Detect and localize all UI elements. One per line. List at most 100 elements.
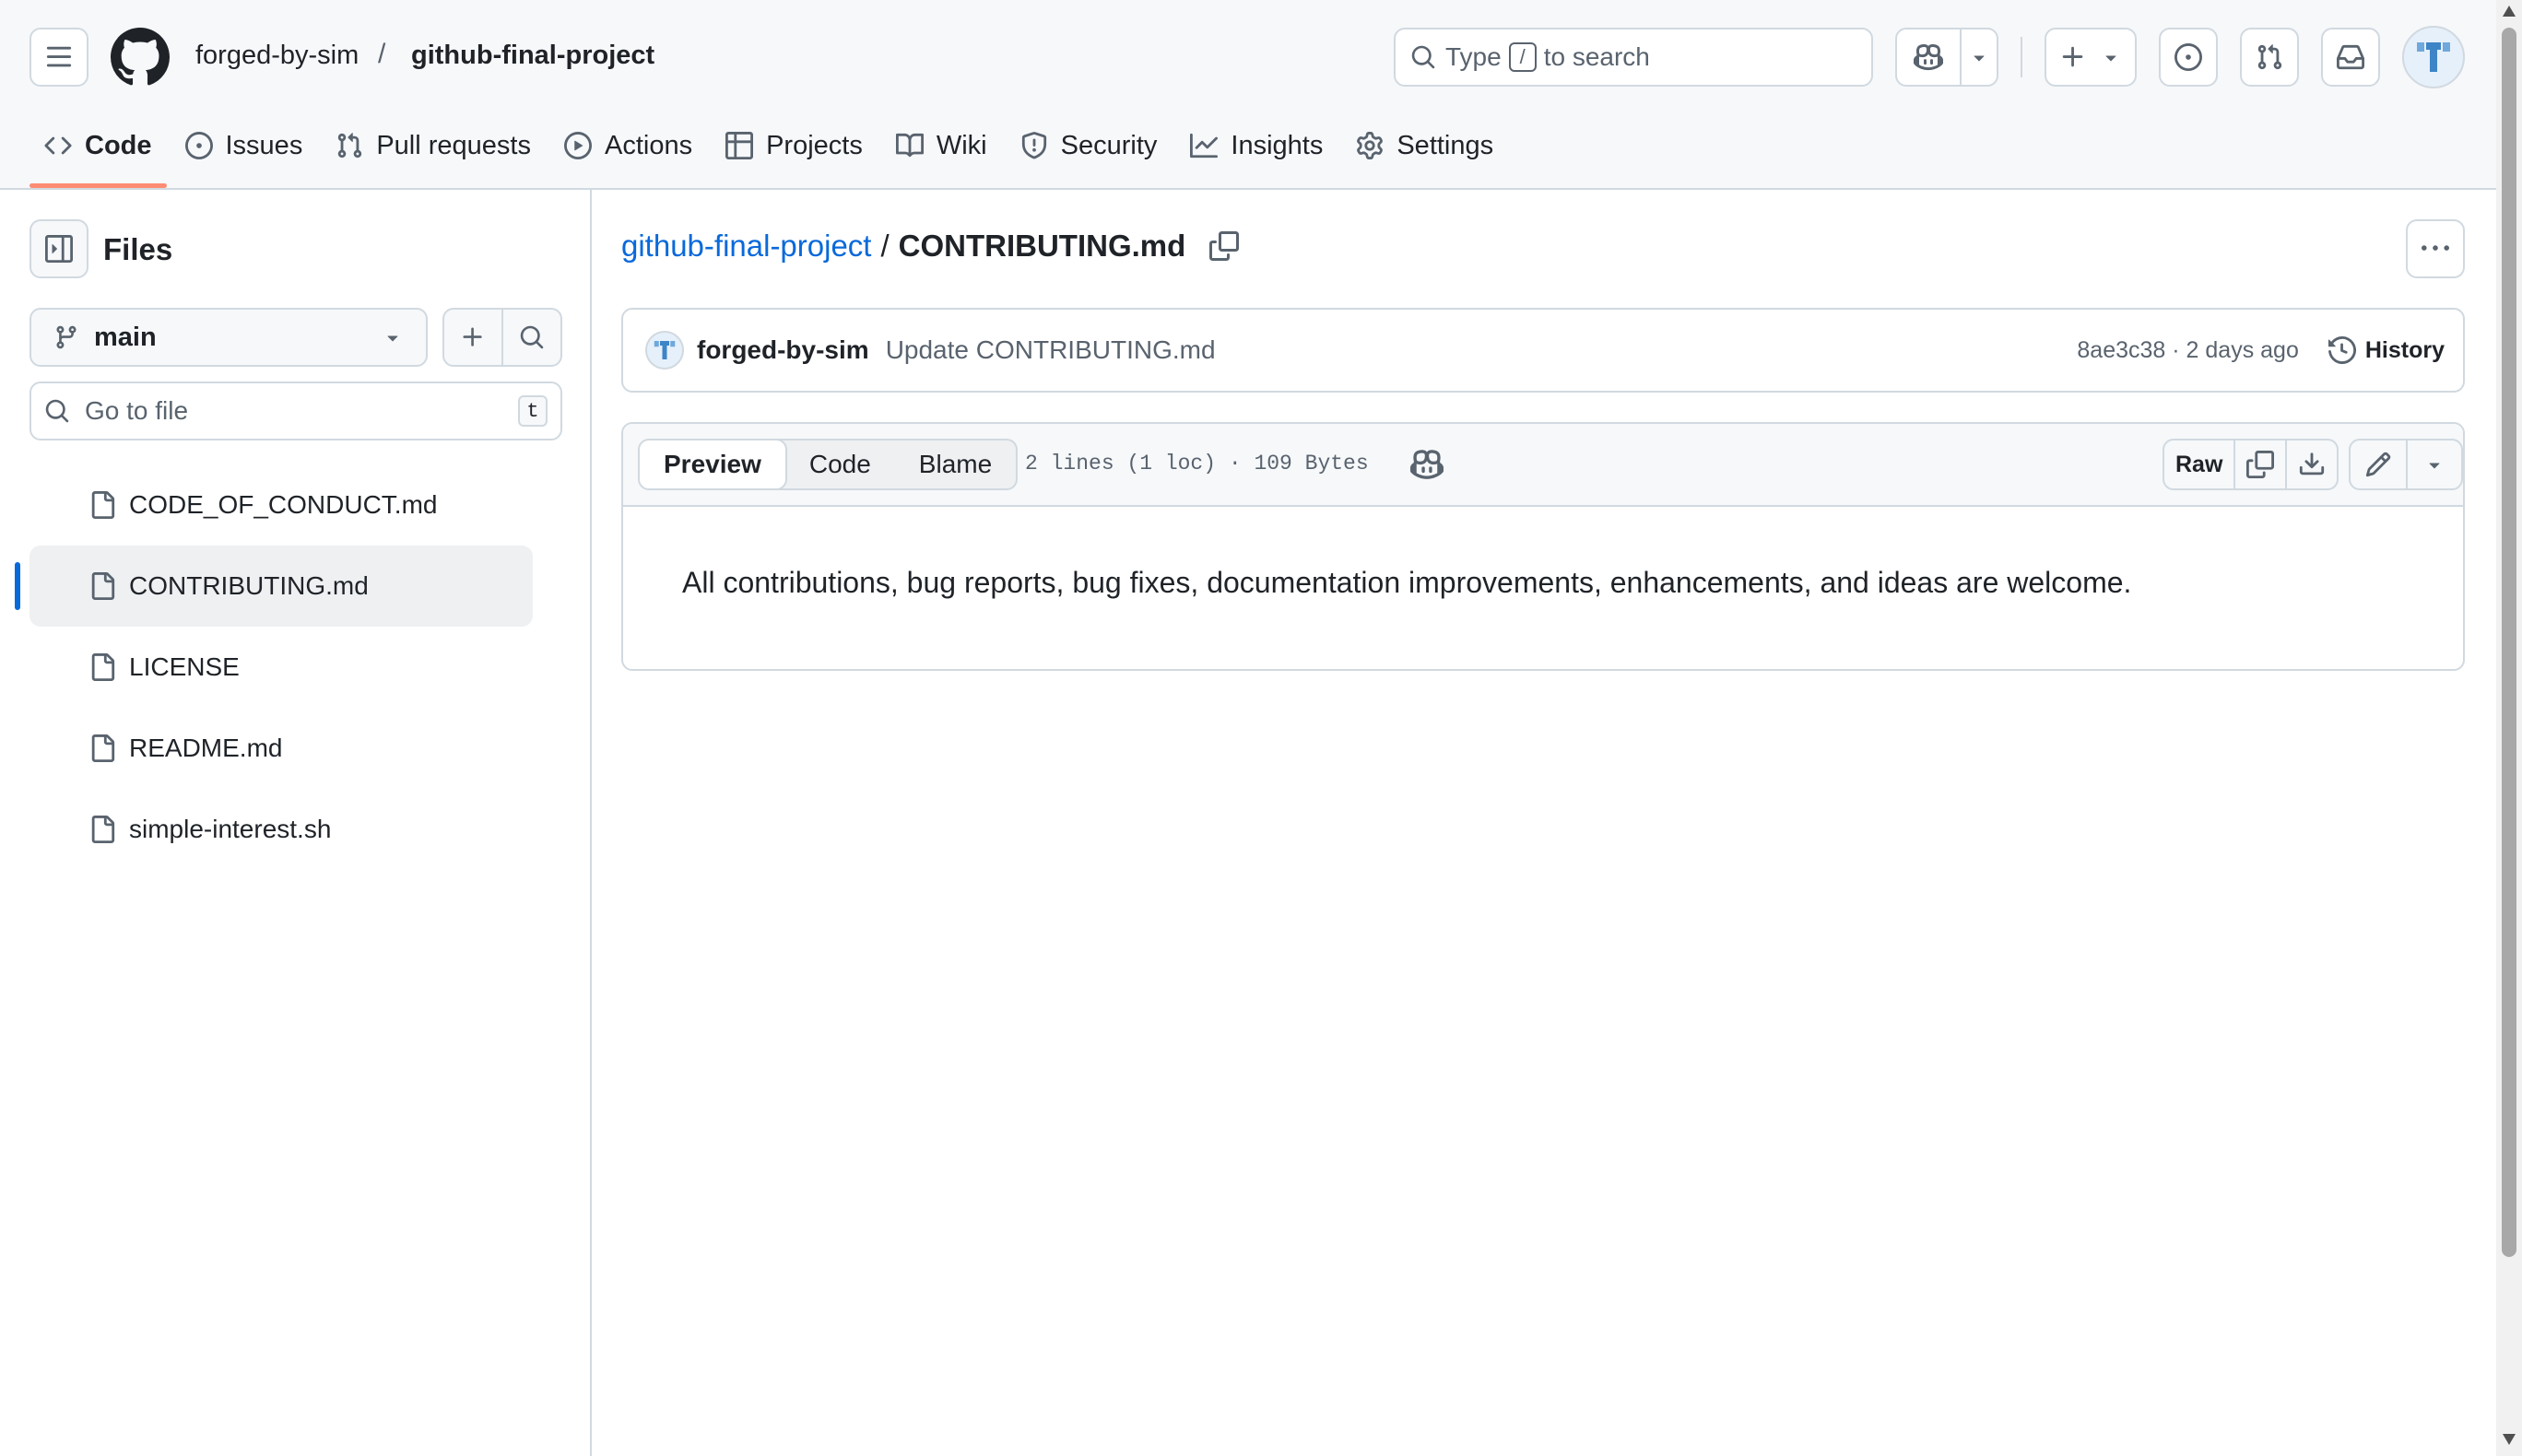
issue-opened-icon	[2174, 43, 2202, 71]
tab-wiki[interactable]: Wiki	[881, 118, 1002, 173]
tab-preview[interactable]: Preview	[640, 440, 787, 488]
tab-code-view[interactable]: Code	[785, 440, 895, 488]
avatar-icon	[2417, 42, 2450, 72]
tab-security[interactable]: Security	[1006, 118, 1173, 173]
tab-wiki-label: Wiki	[936, 130, 987, 160]
go-to-file-shortcut: t	[518, 395, 548, 427]
scroll-down-arrow-icon[interactable]	[2503, 1434, 2516, 1445]
more-options-button[interactable]	[2406, 219, 2465, 278]
breadcrumb-separator: /	[378, 39, 386, 69]
search-icon	[1411, 45, 1435, 69]
tab-pull-requests-label: Pull requests	[376, 130, 531, 160]
github-logo-icon[interactable]	[111, 28, 170, 87]
tab-code-label: Code	[85, 130, 152, 160]
tab-projects[interactable]: Projects	[711, 118, 878, 173]
inbox-button[interactable]	[2321, 28, 2380, 87]
download-icon	[2300, 452, 2325, 476]
breadcrumb-repo-link[interactable]: github-final-project	[411, 41, 654, 71]
file-breadcrumb: github-final-project / CONTRIBUTING.md	[621, 229, 1240, 264]
file-actions-group	[442, 308, 562, 367]
tab-projects-label: Projects	[766, 130, 863, 160]
search-placeholder: Type / to search	[1445, 42, 1650, 72]
breadcrumb-owner-link[interactable]: forged-by-sim	[195, 41, 359, 71]
file-name: CODE_OF_CONDUCT.md	[129, 490, 438, 519]
copilot-ask-button[interactable]	[1410, 448, 1444, 481]
page-scrollbar[interactable]	[2496, 0, 2522, 1456]
kebab-horizontal-icon	[2422, 245, 2449, 251]
search-input[interactable]: Type / to search	[1394, 28, 1873, 87]
file-icon	[91, 653, 115, 681]
commit-author-avatar[interactable]	[645, 331, 684, 370]
file-icon	[91, 491, 115, 519]
go-to-file-field[interactable]: t	[29, 382, 562, 440]
file-name: CONTRIBUTING.md	[129, 571, 369, 600]
file-action-group: Raw	[2163, 439, 2339, 490]
tab-settings-label: Settings	[1397, 130, 1494, 160]
play-icon	[563, 132, 592, 159]
tab-pull-requests[interactable]: Pull requests	[321, 118, 546, 173]
search-icon	[45, 399, 69, 423]
collapse-sidebar-button[interactable]	[29, 219, 88, 278]
file-tree-sidebar: Files main t CODE_OF_CONDUCT.md CONTRIBU…	[0, 190, 592, 1456]
search-icon	[520, 325, 544, 349]
create-new-button[interactable]	[2045, 28, 2137, 87]
git-pull-request-icon	[2257, 44, 2282, 70]
history-label: History	[2364, 336, 2445, 363]
file-tree-item[interactable]: README.md	[29, 708, 533, 789]
code-icon	[44, 136, 72, 155]
copy-path-button[interactable]	[1209, 231, 1240, 261]
edit-dropdown-button[interactable]	[2406, 440, 2461, 488]
header-divider	[2021, 37, 2022, 77]
file-icon	[91, 572, 115, 600]
breadcrumb-separator: /	[880, 229, 890, 263]
view-mode-switch: Preview Code Blame	[638, 439, 1019, 490]
edit-action-group	[2349, 439, 2463, 490]
graph-icon	[1190, 133, 1219, 159]
scroll-up-arrow-icon[interactable]	[2503, 6, 2516, 17]
add-file-button[interactable]	[444, 310, 501, 365]
breadcrumb-repo-link[interactable]: github-final-project	[621, 229, 871, 264]
user-avatar[interactable]	[2402, 26, 2465, 88]
issues-button[interactable]	[2159, 28, 2218, 87]
branch-name: main	[94, 322, 157, 352]
edit-file-button[interactable]	[2351, 440, 2406, 488]
latest-commit-box: forged-by-sim Update CONTRIBUTING.md 8ae…	[621, 308, 2465, 393]
avatar-icon	[654, 341, 676, 359]
search-files-button[interactable]	[501, 310, 560, 365]
file-tree-item[interactable]: CODE_OF_CONDUCT.md	[29, 464, 533, 546]
tab-issues[interactable]: Issues	[171, 118, 318, 173]
copy-raw-button[interactable]	[2233, 440, 2285, 488]
file-name: simple-interest.sh	[129, 815, 332, 843]
tab-insights[interactable]: Insights	[1175, 118, 1338, 173]
file-name: LICENSE	[129, 652, 240, 681]
tab-actions[interactable]: Actions	[549, 118, 707, 173]
file-tree-item[interactable]: LICENSE	[29, 627, 533, 708]
file-viewer: Preview Code Blame 2 lines (1 loc) · 109…	[621, 422, 2465, 671]
plus-icon	[463, 327, 482, 346]
scrollbar-thumb[interactable]	[2502, 28, 2516, 1257]
history-button[interactable]: History	[2328, 336, 2445, 364]
tab-code[interactable]: Code	[29, 118, 167, 188]
raw-button[interactable]: Raw	[2164, 440, 2233, 488]
file-name: README.md	[129, 734, 283, 762]
copilot-button[interactable]	[1897, 29, 1962, 85]
go-to-file-input[interactable]	[85, 396, 503, 426]
file-tree-item-selected[interactable]: CONTRIBUTING.md	[15, 546, 533, 627]
triangle-down-icon	[387, 335, 398, 342]
table-icon	[725, 132, 754, 159]
menu-button[interactable]	[29, 28, 88, 87]
file-tree-item[interactable]: simple-interest.sh	[29, 789, 533, 870]
pull-requests-button[interactable]	[2240, 28, 2299, 87]
inbox-icon	[2337, 44, 2364, 70]
tab-blame[interactable]: Blame	[895, 440, 1016, 488]
copilot-dropdown-button[interactable]	[1962, 29, 1997, 85]
branch-selector[interactable]: main	[29, 308, 428, 367]
commit-message[interactable]: Update CONTRIBUTING.md	[886, 335, 2078, 365]
file-content: All contributions, bug reports, bug fixe…	[682, 566, 2132, 599]
tab-actions-label: Actions	[604, 130, 693, 160]
commit-author[interactable]: forged-by-sim	[697, 335, 869, 365]
commit-meta[interactable]: 8ae3c38 · 2 days ago	[2077, 337, 2298, 364]
download-button[interactable]	[2285, 440, 2337, 488]
git-branch-icon	[56, 325, 77, 349]
tab-settings[interactable]: Settings	[1341, 118, 1508, 173]
